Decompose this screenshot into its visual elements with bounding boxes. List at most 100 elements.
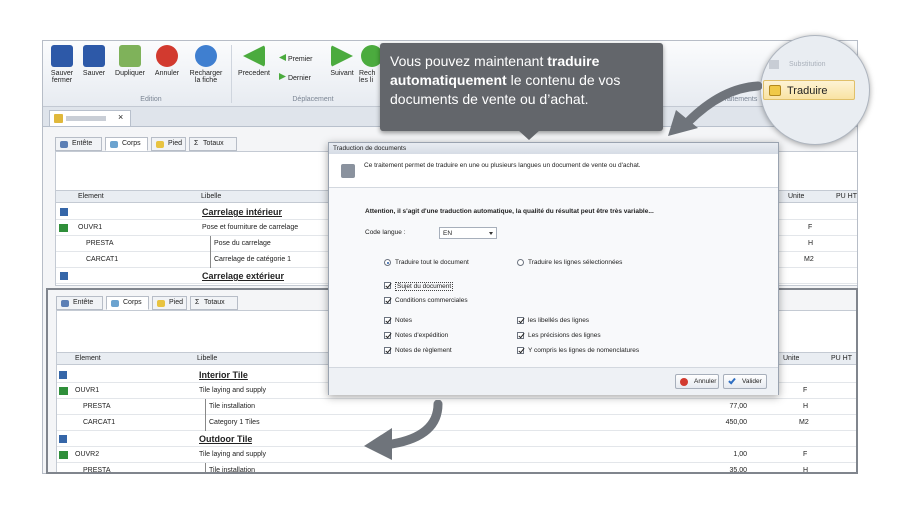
tooltip-line2-bold: automatiquement xyxy=(390,72,507,88)
row-element: CARCAT1 xyxy=(83,419,116,426)
cancel-dialog-label: Annuler xyxy=(694,378,717,385)
tab-totaux-label: Totaux xyxy=(203,140,224,147)
group-edition-label: Edition xyxy=(140,96,162,103)
row-element: PRESTA xyxy=(86,240,114,247)
bom-lines-checkbox[interactable] xyxy=(517,347,524,354)
last-icon xyxy=(279,73,286,80)
dialog-footer: Annuler Valider xyxy=(329,367,778,395)
tooltip-line1-bold: traduire xyxy=(547,53,600,69)
translate-button[interactable]: Traduire xyxy=(763,80,855,100)
duplicate-button[interactable]: Dupliquer xyxy=(113,45,147,77)
tooltip-line1: Vous pouvez maintenant xyxy=(390,53,548,69)
chevron-down-icon xyxy=(489,232,493,235)
previous-button[interactable]: Precedent xyxy=(236,45,272,77)
save-button[interactable]: Sauver xyxy=(81,45,107,77)
ribbon-separator xyxy=(231,45,232,103)
tab-corps[interactable]: Corps xyxy=(105,137,148,151)
document-name-blurred xyxy=(66,116,106,121)
last-button[interactable]: Dernier xyxy=(279,73,323,82)
row-unite: M2 xyxy=(799,419,809,426)
feature-tooltip: Vous pouvez maintenant traduire automati… xyxy=(380,43,663,131)
table-row[interactable]: PRESTA Tile installation 77,00 H xyxy=(57,399,856,415)
tab-entete[interactable]: Entête xyxy=(55,137,102,151)
table-row[interactable]: CARCAT1 Category 1 Tiles 450,00 M2 xyxy=(57,415,856,431)
notes-checkbox[interactable] xyxy=(384,317,391,324)
row-quantity: 1,00 xyxy=(733,451,747,458)
translation-dialog: Traduction de documents Ce traitement pe… xyxy=(328,142,779,395)
row-libelle: Carrelage intérieur xyxy=(202,207,283,217)
payment-notes-checkbox[interactable] xyxy=(384,347,391,354)
next-icon xyxy=(331,45,353,67)
language-code-select[interactable]: EN xyxy=(439,227,497,239)
row-unite: F xyxy=(803,451,808,458)
assembly-icon xyxy=(59,387,68,395)
translate-selected-radio[interactable] xyxy=(517,259,524,266)
row-unite: H xyxy=(808,240,814,247)
save-close-button[interactable]: Sauver fermer xyxy=(47,45,77,84)
subject-label: Sujet du document xyxy=(395,282,454,291)
tab-totaux-label: Totaux xyxy=(204,299,225,306)
duplicate-icon xyxy=(119,45,141,67)
close-tab-icon[interactable]: × xyxy=(118,112,123,122)
top-subtabs: Entête Corps Pied Σ Totaux xyxy=(55,137,355,151)
row-unite: H xyxy=(803,403,809,410)
tab-pied[interactable]: Pied xyxy=(151,137,186,151)
table-row[interactable]: PRESTA Tile installation 35,00 H xyxy=(57,463,856,474)
row-quantity: 35,00 xyxy=(729,467,747,474)
magnifier-zoom: Substitution Traduire xyxy=(760,35,870,145)
conditions-checkbox[interactable] xyxy=(384,297,391,304)
table-row[interactable]: Outdoor Tile xyxy=(57,431,856,447)
next-button[interactable]: Suivant xyxy=(327,45,357,77)
reload-label: Recharger la fiche xyxy=(189,70,223,84)
first-icon xyxy=(279,54,286,61)
document-icon xyxy=(54,114,63,123)
row-unite: H xyxy=(803,467,809,474)
tab-pied[interactable]: Pied xyxy=(152,296,187,310)
sigma-icon: Σ xyxy=(195,299,200,306)
row-element: OUVR2 xyxy=(75,451,100,458)
row-element: PRESTA xyxy=(83,403,111,410)
row-unite: F xyxy=(803,387,808,394)
tab-entete[interactable]: Entête xyxy=(56,296,103,310)
cancel-icon xyxy=(156,45,178,67)
checkmark-icon xyxy=(728,376,736,385)
table-row[interactable]: OUVR2 Tile laying and supply 1,00 F xyxy=(57,447,856,463)
validate-button[interactable]: Valider xyxy=(723,374,767,389)
cancel-dialog-button[interactable]: Annuler xyxy=(675,374,719,389)
translate-all-radio[interactable] xyxy=(384,259,391,266)
translate-all-label: Traduire tout le document xyxy=(395,259,469,266)
conditions-label: Conditions commerciales xyxy=(395,297,468,304)
row-libelle: Pose et fourniture de carrelage xyxy=(202,224,299,231)
first-button[interactable]: Premier xyxy=(279,54,323,63)
reload-button[interactable]: Recharger la fiche xyxy=(187,45,225,84)
tab-totaux[interactable]: Σ Totaux xyxy=(189,137,237,151)
tab-corps[interactable]: Corps xyxy=(106,296,149,310)
notes-label: Notes xyxy=(395,317,412,324)
header-icon xyxy=(61,300,69,307)
header-icon xyxy=(60,141,68,148)
assembly-icon xyxy=(59,451,68,459)
dialog-description: Ce traitement permet de traduire en une … xyxy=(364,162,641,169)
line-details-checkbox[interactable] xyxy=(517,332,524,339)
row-libelle: Tile laying and supply xyxy=(199,451,267,458)
title-row-icon xyxy=(60,208,68,216)
tab-totaux[interactable]: Σ Totaux xyxy=(190,296,238,310)
bottom-subtabs: Entête Corps Pied Σ Totaux xyxy=(56,296,356,310)
refresh-lines-label: Rech les li xyxy=(359,70,376,84)
subject-checkbox[interactable] xyxy=(384,282,391,289)
col-unite: Unite xyxy=(788,193,805,200)
cancel-button[interactable]: Annuler xyxy=(153,45,181,77)
title-row-icon xyxy=(60,272,68,280)
previous-icon xyxy=(243,45,265,67)
col-pu: PU HT xyxy=(831,355,852,362)
row-quantity: 450,00 xyxy=(725,419,747,426)
refresh-lines-button[interactable]: Rech les li xyxy=(359,45,383,84)
save-close-label: Sauver fermer xyxy=(50,70,74,84)
row-element: CARCAT1 xyxy=(86,256,119,263)
footer-icon xyxy=(157,300,165,307)
row-unite: M2 xyxy=(804,256,814,263)
line-labels-checkbox[interactable] xyxy=(517,317,524,324)
sigma-icon: Σ xyxy=(194,140,199,147)
shipping-notes-checkbox[interactable] xyxy=(384,332,391,339)
document-tab[interactable]: × xyxy=(49,110,131,126)
